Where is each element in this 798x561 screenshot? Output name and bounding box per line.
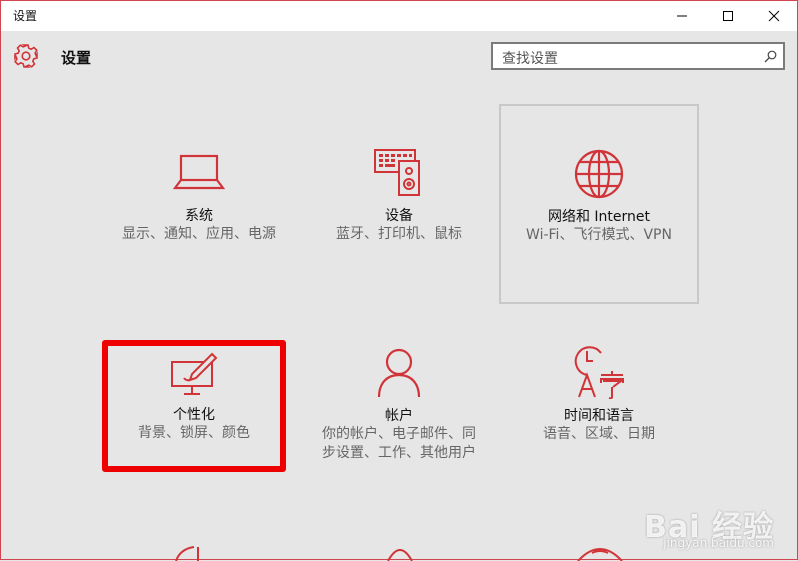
tile-devices-name: 设备: [385, 208, 413, 224]
partial-tile-icon: [387, 549, 413, 561]
time-language-icon: [574, 346, 624, 399]
tile-personalization-desc: 背景、锁屏、颜色: [138, 425, 250, 441]
tile-personalization[interactable]: 个性化 背景、锁屏、颜色: [102, 340, 286, 472]
globe-icon: [574, 149, 624, 199]
minimize-icon: [677, 15, 687, 17]
tile-system-desc: 显示、通知、应用、电源: [122, 226, 276, 242]
tile-accounts-name: 帐户: [385, 408, 413, 424]
tile-network[interactable]: 网络和 Internet Wi-Fi、飞行模式、VPN: [499, 104, 699, 304]
title-bar: 设置: [1, 1, 797, 31]
tile-time-language-desc: 语音、区域、日期: [543, 426, 655, 442]
tile-accounts-desc: 你的帐户、电子邮件、同步设置、工作、其他用户: [322, 426, 476, 461]
minimize-button[interactable]: [659, 1, 705, 31]
close-icon: [768, 10, 780, 22]
personalization-icon: [171, 352, 218, 395]
search-placeholder: 查找设置: [502, 51, 558, 67]
tile-devices-desc: 蓝牙、打印机、鼠标: [336, 226, 462, 242]
tile-system-name: 系统: [185, 208, 213, 224]
tile-network-desc: Wi-Fi、飞行模式、VPN: [526, 227, 672, 243]
settings-header: 设置 查找设置: [1, 31, 797, 85]
tile-time-language-name: 时间和语言: [564, 408, 634, 424]
tile-personalization-name: 个性化: [173, 407, 215, 423]
tile-devices[interactable]: 设备 蓝牙、打印机、鼠标: [300, 105, 498, 303]
tile-system[interactable]: 系统 显示、通知、应用、电源: [100, 105, 298, 303]
partial-tile-icon: [577, 548, 623, 561]
watermark-url: jingyan.baidu.com: [663, 536, 774, 550]
laptop-icon: [173, 154, 225, 190]
tile-accounts[interactable]: 帐户 你的帐户、电子邮件、同步设置、工作、其他用户: [300, 335, 498, 533]
maximize-button[interactable]: [705, 1, 751, 31]
person-icon: [377, 348, 421, 398]
gear-icon: [14, 44, 38, 68]
watermark: Bai 经验 jingyan.baidu.com: [644, 502, 774, 550]
page-title: 设置: [61, 49, 92, 67]
search-input[interactable]: 查找设置: [491, 42, 785, 70]
devices-icon: [374, 149, 420, 196]
window-title: 设置: [13, 9, 38, 23]
partial-tile-icon: [175, 546, 199, 561]
search-icon[interactable]: [764, 50, 777, 63]
close-button[interactable]: [751, 1, 797, 31]
maximize-icon: [723, 11, 733, 21]
tile-network-name: 网络和 Internet: [547, 209, 651, 225]
